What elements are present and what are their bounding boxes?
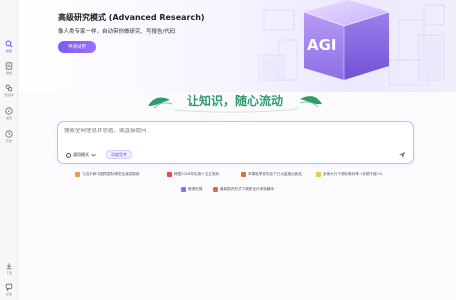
news-icon bbox=[213, 187, 218, 192]
sidebar-item-label: 下载 bbox=[5, 271, 12, 275]
promo-banner: 高级研究模式 (Advanced Research) 像人类专家一样，自动带你做… bbox=[19, 0, 456, 92]
agi-text: AGI bbox=[307, 36, 337, 54]
sidebar-item-label: 搜索 bbox=[5, 49, 12, 53]
suggestion-chip[interactable]: 多家大行下调存款利率 1年期下破1% bbox=[316, 170, 382, 179]
suggestion-chip[interactable]: 习近平和中国同国际博览会演讲致辞 bbox=[75, 170, 140, 179]
report-icon bbox=[5, 62, 13, 70]
sidebar-item-discover[interactable]: 发现 bbox=[0, 107, 18, 120]
feedback-icon bbox=[5, 283, 13, 291]
sidebar-item-history[interactable]: 历史 bbox=[0, 130, 18, 143]
model-select[interactable]: 通用模式 bbox=[66, 151, 96, 159]
slogan-text: 让知识，随心流动 bbox=[187, 93, 283, 108]
news-icon bbox=[316, 172, 321, 177]
model-icon bbox=[66, 152, 71, 158]
sidebar-item-download[interactable]: 下载 bbox=[0, 262, 18, 275]
sidebar: 搜索 报告 知识库 发现 历史 下载 反馈 bbox=[0, 0, 18, 300]
suggestion-label: 多家大行下调存款利率 1年期下破1% bbox=[323, 172, 383, 176]
knowledge-icon bbox=[5, 84, 13, 92]
sidebar-item-label: 知识库 bbox=[4, 93, 14, 97]
sidebar-item-knowledge[interactable]: 知识库 bbox=[0, 84, 18, 97]
discover-icon bbox=[5, 107, 13, 115]
suggestion-chip[interactable]: 韩国2026年实施十五五规划 bbox=[167, 170, 219, 179]
suggestion-label: 微博热搜 bbox=[188, 187, 203, 191]
leaf-decoration-left bbox=[148, 97, 173, 109]
chevron-down-icon bbox=[91, 153, 96, 157]
news-icon bbox=[167, 172, 172, 177]
apply-trial-button[interactable]: 申请试用 bbox=[58, 41, 96, 53]
send-button[interactable] bbox=[396, 149, 407, 160]
trending-icon bbox=[181, 187, 186, 192]
sidebar-item-label: 报告 bbox=[5, 71, 12, 75]
news-icon bbox=[75, 172, 80, 177]
model-label: 通用模式 bbox=[73, 152, 89, 157]
sidebar-item-feedback[interactable]: 反馈 bbox=[0, 283, 18, 296]
suggestion-chip[interactable]: 微博热搜 bbox=[181, 185, 202, 194]
download-icon bbox=[6, 263, 12, 270]
slogan-heading: 让知识，随心流动 bbox=[148, 93, 322, 113]
search-icon bbox=[5, 40, 13, 48]
suggestion-chip[interactable]: 苹果秋季发布会下已大量推出新品 bbox=[241, 170, 302, 179]
send-icon bbox=[398, 151, 405, 158]
suggestion-label: 苹果秋季发布会下已大量推出新品 bbox=[248, 172, 302, 176]
suggestion-label: 韩国2026年实施十五五规划 bbox=[174, 172, 220, 176]
sidebar-item-label: 反馈 bbox=[5, 292, 12, 296]
suggestion-label: 最新国内形式下调质优升体验解体 bbox=[220, 187, 274, 191]
suggestion-label: 习近平和中国同国际博览会演讲致辞 bbox=[82, 172, 140, 176]
leaf-decoration-right bbox=[299, 96, 322, 108]
search-box: 通用模式 深度思考 bbox=[57, 121, 414, 164]
sidebar-item-label: 发现 bbox=[5, 116, 12, 120]
sidebar-item-label: 历史 bbox=[5, 139, 12, 143]
agi-cube-illustration: AGI bbox=[258, 0, 445, 86]
deep-think-toggle[interactable]: 深度思考 bbox=[106, 150, 132, 159]
sidebar-item-report[interactable]: 报告 bbox=[0, 62, 18, 75]
history-icon bbox=[5, 130, 13, 138]
suggestion-chip[interactable]: 最新国内形式下调质优升体验解体 bbox=[213, 185, 274, 194]
banner-subtitle: 像人类专家一样，自动带你做研究、写报告/代码 bbox=[58, 29, 176, 35]
search-input[interactable] bbox=[64, 128, 394, 134]
news-icon bbox=[241, 172, 246, 177]
banner-title: 高级研究模式 (Advanced Research) bbox=[58, 13, 205, 22]
sidebar-item-search[interactable]: 搜索 bbox=[0, 40, 18, 53]
